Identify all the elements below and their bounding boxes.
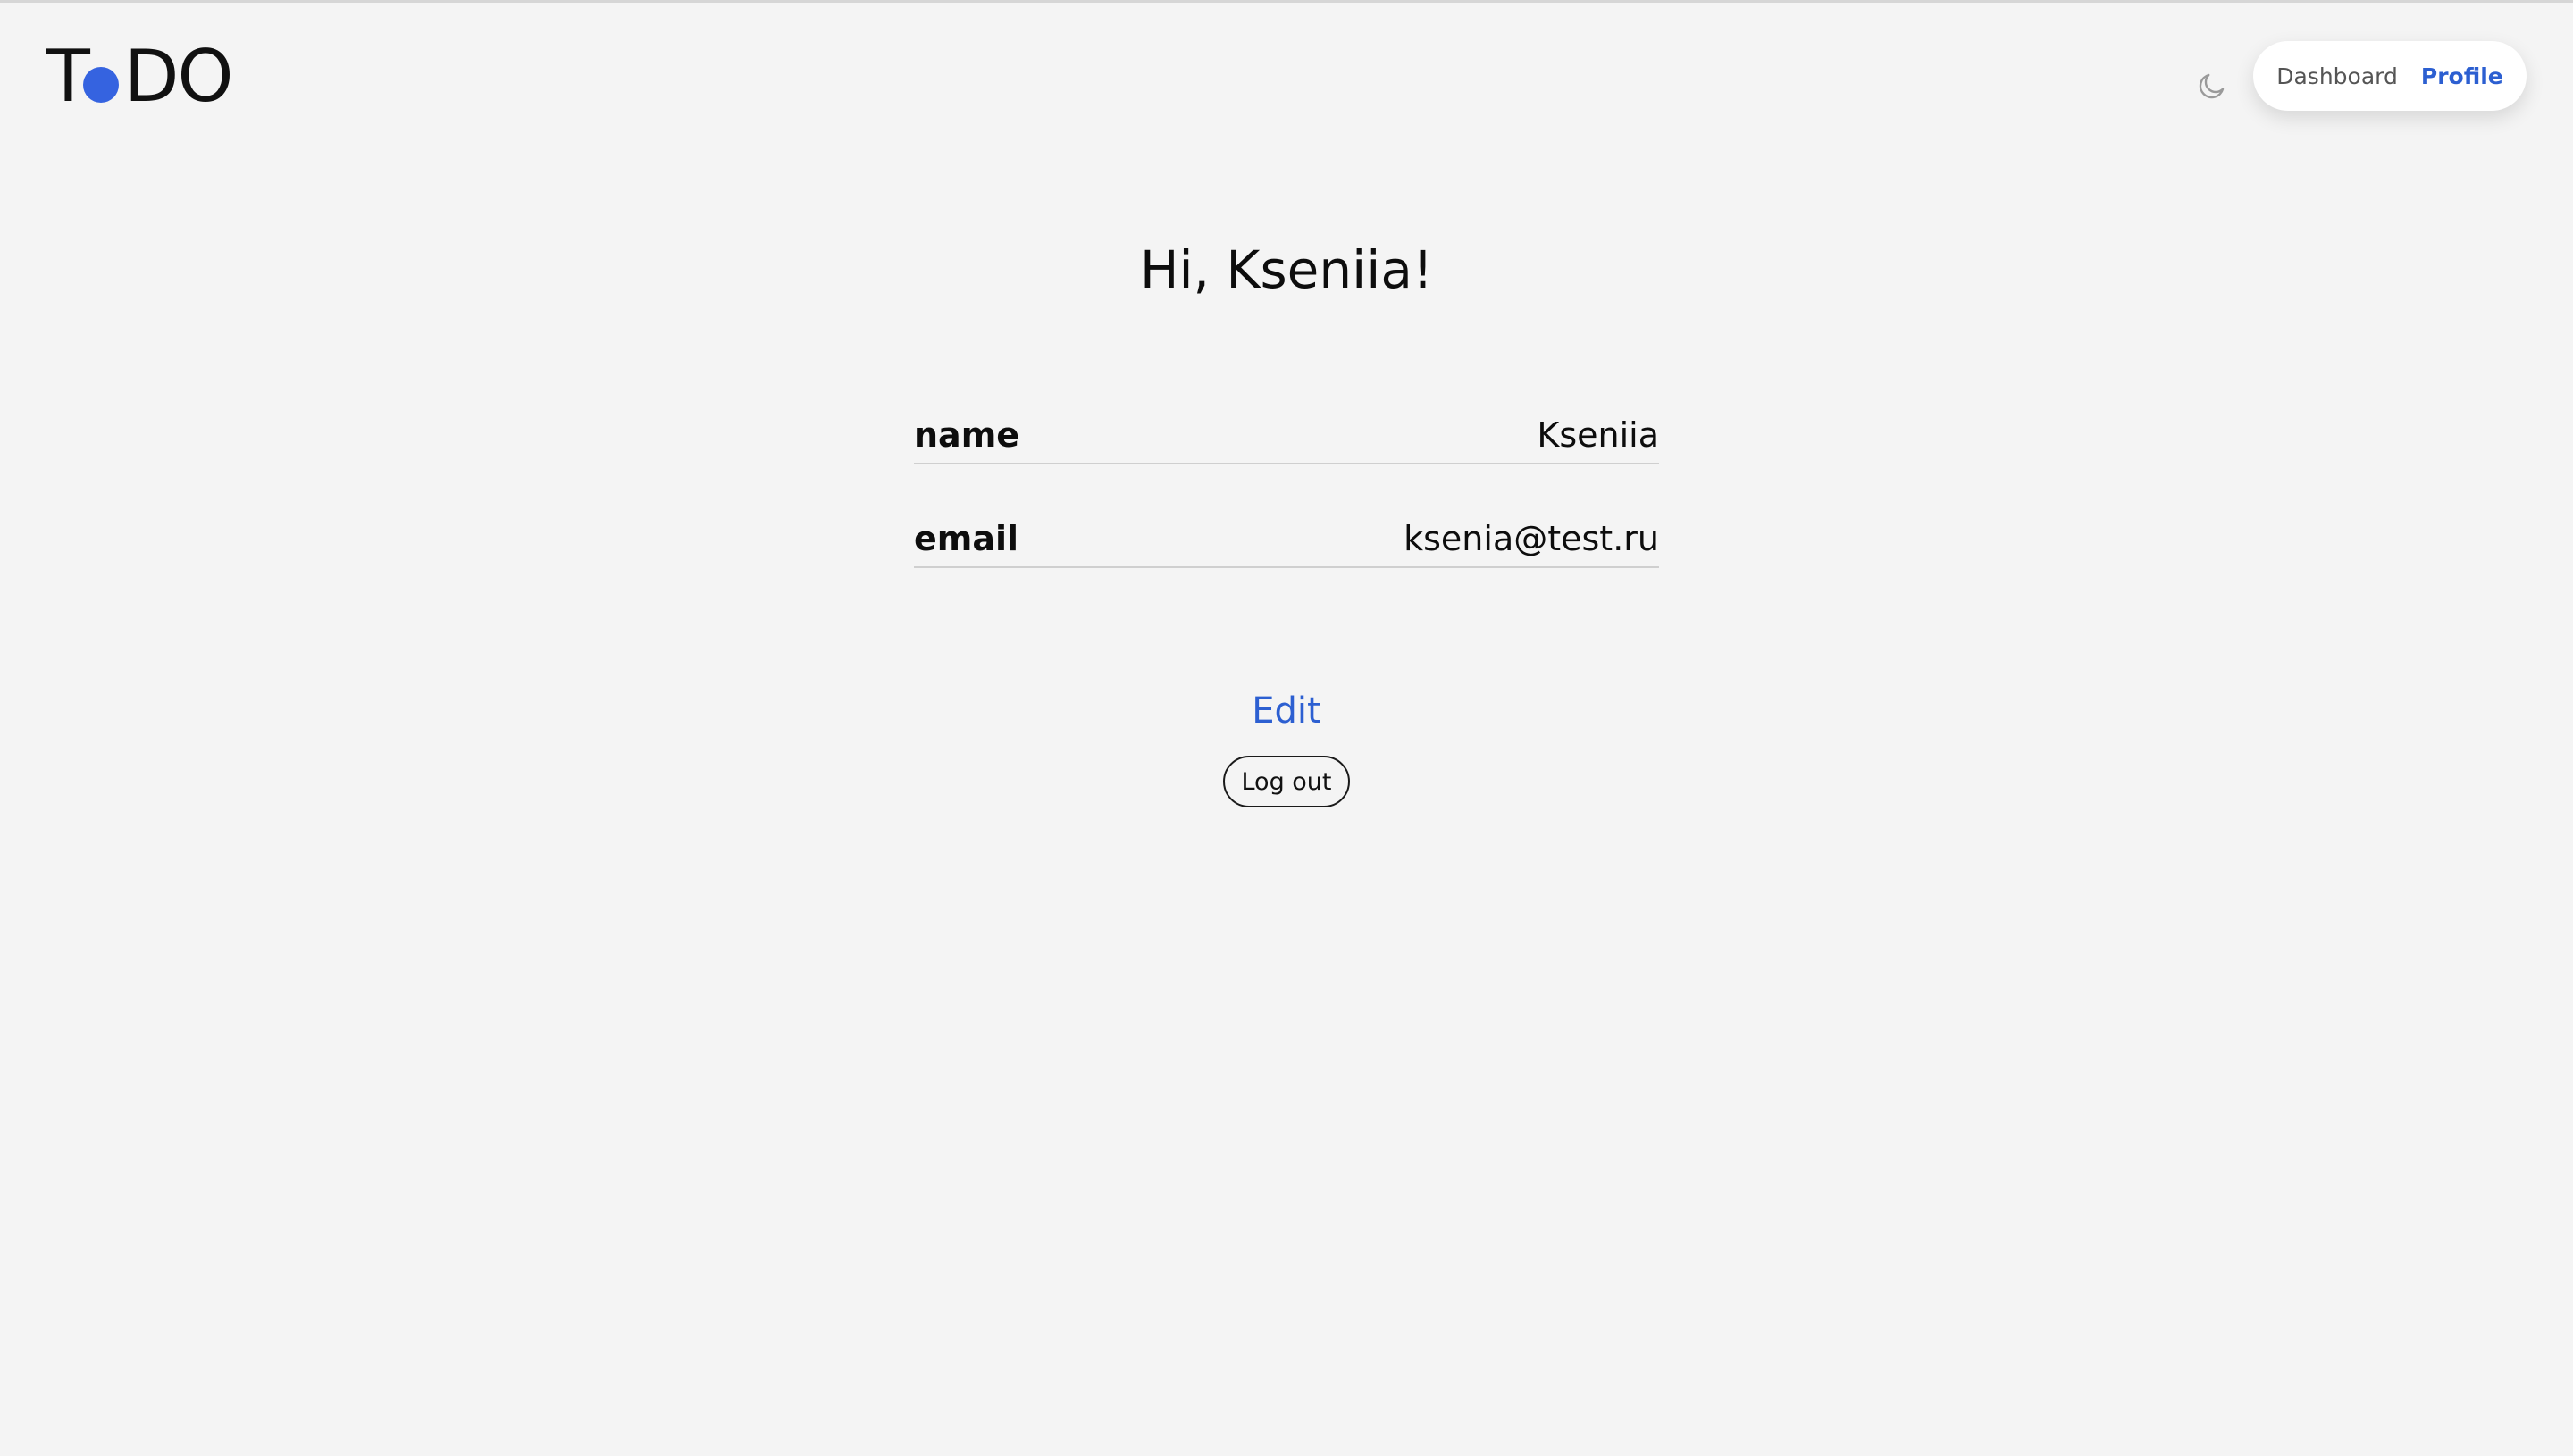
theme-toggle-button[interactable]	[2196, 70, 2228, 102]
email-row: email ksenia@test.ru	[914, 511, 1659, 568]
email-label: email	[914, 519, 1019, 558]
name-value: Kseniia	[1537, 415, 1659, 455]
name-row: name Kseniia	[914, 407, 1659, 464]
moon-icon	[2199, 73, 2225, 99]
nav-profile-link[interactable]: Profile	[2421, 63, 2503, 89]
logo-letters-do: DO	[123, 35, 234, 118]
logout-button[interactable]: Log out	[1223, 756, 1350, 807]
todo-logo[interactable]: T DO	[46, 35, 234, 118]
edit-profile-link[interactable]: Edit	[0, 686, 2573, 736]
name-label: name	[914, 415, 1020, 455]
nav-dashboard-link[interactable]: Dashboard	[2276, 63, 2398, 89]
logo-dot-icon	[82, 67, 119, 103]
logout-container: Log out	[0, 756, 2573, 807]
page-title: Hi, Kseniia!	[1139, 239, 1434, 300]
logo-letter-t: T	[46, 35, 90, 118]
email-value: ksenia@test.ru	[1404, 519, 1659, 558]
top-border	[0, 0, 2573, 3]
main-nav: Dashboard Profile	[2253, 41, 2527, 111]
